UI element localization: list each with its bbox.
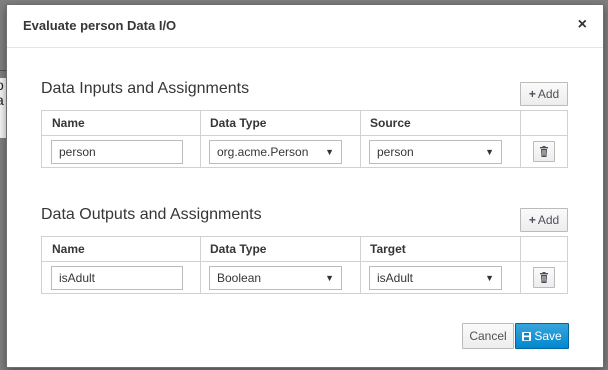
column-divider bbox=[360, 237, 361, 261]
floppy-icon bbox=[522, 332, 532, 341]
close-icon[interactable]: × bbox=[578, 16, 587, 34]
column-divider bbox=[520, 136, 521, 167]
input-source-value: person bbox=[377, 145, 414, 159]
column-header-name: Name bbox=[52, 242, 85, 256]
column-divider bbox=[360, 136, 361, 167]
input-name-field[interactable]: person bbox=[51, 140, 183, 164]
caret-down-icon: ▼ bbox=[485, 147, 494, 157]
column-divider bbox=[520, 262, 521, 293]
caret-down-icon: ▼ bbox=[485, 273, 494, 283]
column-header-name: Name bbox=[52, 116, 85, 130]
column-divider bbox=[200, 262, 201, 293]
delete-input-button[interactable] bbox=[533, 141, 555, 162]
caret-down-icon: ▼ bbox=[325, 147, 334, 157]
input-data-type-select[interactable]: org.acme.Person ▼ bbox=[209, 140, 342, 164]
table-row: person org.acme.Person ▼ person ▼ bbox=[42, 136, 567, 167]
column-header-data-type: Data Type bbox=[210, 242, 267, 256]
inputs-table-header: Name Data Type Source bbox=[42, 111, 567, 136]
column-header-target: Target bbox=[370, 242, 406, 256]
output-target-value: isAdult bbox=[377, 271, 414, 285]
output-target-select[interactable]: isAdult ▼ bbox=[369, 266, 502, 290]
inputs-section-title: Data Inputs and Assignments bbox=[41, 80, 250, 97]
delete-output-button[interactable] bbox=[533, 267, 555, 288]
output-data-type-value: Boolean bbox=[217, 271, 262, 285]
caret-down-icon: ▼ bbox=[325, 273, 334, 283]
outputs-table-header: Name Data Type Target bbox=[42, 237, 567, 262]
dialog-header: Evaluate person Data I/O × bbox=[7, 5, 603, 48]
plus-icon: + bbox=[528, 87, 536, 101]
column-header-source: Source bbox=[370, 116, 411, 130]
column-divider bbox=[520, 237, 521, 261]
trash-icon bbox=[540, 146, 548, 157]
table-row: isAdult Boolean ▼ isAdult ▼ bbox=[42, 262, 567, 293]
column-divider bbox=[360, 111, 361, 135]
column-divider bbox=[520, 111, 521, 135]
add-output-label: Add bbox=[537, 213, 560, 227]
inputs-table: Name Data Type Source person org.acme.Pe… bbox=[41, 110, 568, 168]
data-io-dialog: Evaluate person Data I/O × Data Inputs a… bbox=[6, 4, 604, 368]
cancel-button[interactable]: Cancel bbox=[462, 323, 514, 349]
input-source-select[interactable]: person ▼ bbox=[369, 140, 502, 164]
input-data-type-value: org.acme.Person bbox=[217, 145, 309, 159]
column-divider bbox=[360, 262, 361, 293]
save-button[interactable]: Save bbox=[515, 323, 569, 349]
plus-icon: + bbox=[528, 213, 536, 227]
outputs-section-title: Data Outputs and Assignments bbox=[41, 206, 262, 223]
add-input-label: Add bbox=[537, 87, 560, 101]
column-divider bbox=[200, 111, 201, 135]
trash-icon bbox=[540, 272, 548, 283]
add-input-button[interactable]: + Add bbox=[520, 82, 568, 106]
outputs-table: Name Data Type Target isAdult Boolean ▼ … bbox=[41, 236, 568, 294]
output-data-type-select[interactable]: Boolean ▼ bbox=[209, 266, 342, 290]
save-label: Save bbox=[534, 329, 562, 343]
column-header-data-type: Data Type bbox=[210, 116, 267, 130]
output-name-field[interactable]: isAdult bbox=[51, 266, 183, 290]
add-output-button[interactable]: + Add bbox=[520, 208, 568, 232]
column-divider bbox=[200, 237, 201, 261]
column-divider bbox=[200, 136, 201, 167]
dialog-title: Evaluate person Data I/O bbox=[23, 18, 177, 33]
